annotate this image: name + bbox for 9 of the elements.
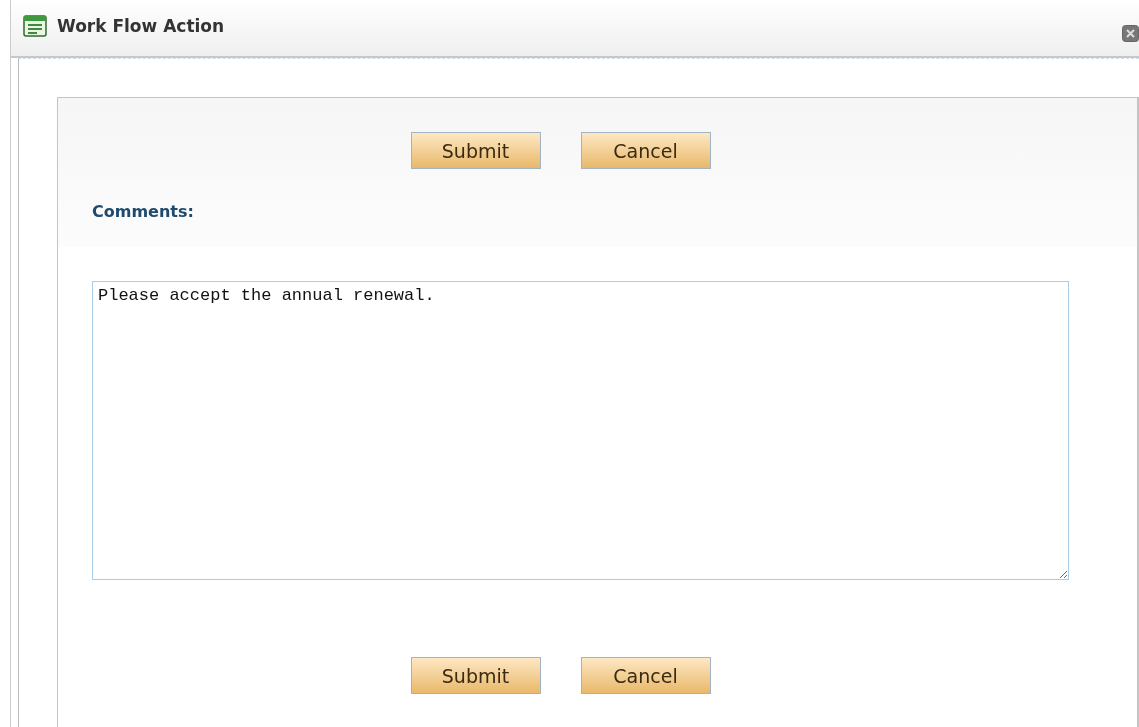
- comments-label: Comments:: [92, 202, 195, 221]
- close-icon[interactable]: [1122, 24, 1139, 42]
- submit-button[interactable]: Submit: [410, 132, 541, 169]
- comments-field[interactable]: Please accept the annual renewal.: [92, 281, 1069, 580]
- cancel-button[interactable]: Cancel: [580, 657, 711, 694]
- cancel-button[interactable]: Cancel: [580, 132, 711, 169]
- window-title: Work Flow Action: [57, 16, 225, 36]
- submit-button[interactable]: Submit: [410, 657, 541, 694]
- window-icon: [23, 15, 47, 37]
